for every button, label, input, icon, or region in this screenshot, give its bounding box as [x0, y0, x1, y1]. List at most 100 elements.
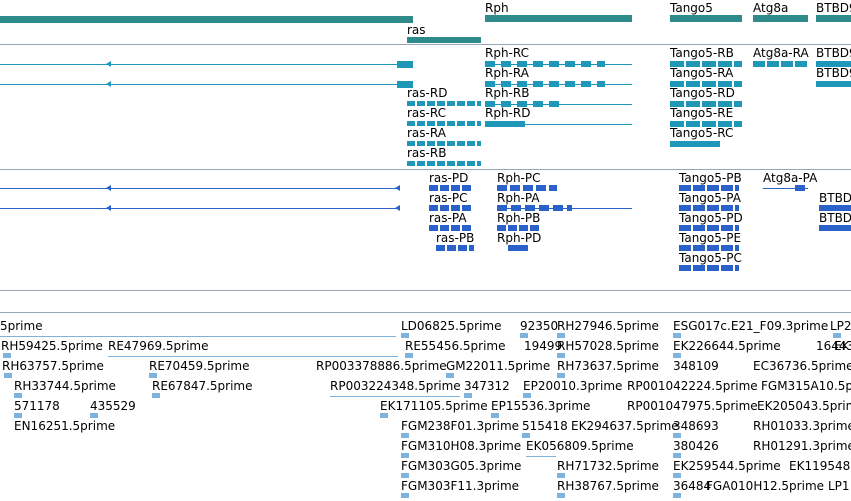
est-label[interactable]: EK056809.5prime	[526, 439, 634, 453]
est-feature[interactable]	[464, 393, 472, 398]
est-feature[interactable]	[401, 453, 409, 458]
protein-tango5-pc[interactable]	[679, 265, 739, 271]
est-label[interactable]: EP15536.3prime	[491, 399, 590, 413]
est-feature[interactable]	[557, 373, 565, 378]
gene-bar-atg8a[interactable]	[753, 15, 808, 22]
est-label[interactable]: EP20010.3prime	[523, 379, 622, 393]
est-feature[interactable]	[491, 413, 499, 418]
est-feature[interactable]	[149, 373, 157, 378]
est-label[interactable]: EK294637.5prime	[571, 419, 679, 433]
est-feature[interactable]	[380, 413, 388, 418]
est-label[interactable]: FGM315A10.5p	[761, 379, 851, 393]
est-feature[interactable]	[401, 493, 409, 498]
est-feature[interactable]	[557, 353, 565, 358]
est-label[interactable]: 92350	[520, 319, 558, 333]
est-label[interactable]: 5prime	[0, 319, 43, 333]
est-label[interactable]: EK119548	[789, 459, 850, 473]
est-feature[interactable]	[557, 333, 565, 338]
est-label[interactable]: EK205043.5prim	[757, 399, 851, 413]
est-label[interactable]: RP001047975.5prime	[627, 399, 758, 413]
est-feature[interactable]	[4, 373, 12, 378]
est-label[interactable]: 347312	[464, 379, 510, 393]
est-feature[interactable]	[673, 353, 681, 358]
est-label[interactable]: RP003224348.5prime	[330, 379, 461, 393]
est-label[interactable]: RE55456.5prime	[405, 339, 506, 353]
transcript-label-ras-ra: ras-RA	[407, 126, 446, 140]
est-label[interactable]: 380426	[673, 439, 719, 453]
transcript-tango5-rc[interactable]	[670, 141, 720, 147]
est-feature[interactable]	[14, 393, 22, 398]
protein-ras-pb[interactable]	[436, 245, 474, 251]
transcript-rph-rd[interactable]	[485, 121, 525, 127]
exon[interactable]	[397, 61, 413, 68]
est-label[interactable]: 571178	[14, 399, 60, 413]
est-label[interactable]: RH38767.5prime	[557, 479, 659, 493]
est-label[interactable]: RP001042224.5prime	[627, 379, 758, 393]
transcript-atg8a-ra[interactable]	[753, 61, 808, 67]
est-label[interactable]: GM22011.5prime	[446, 359, 550, 373]
protein-rph-pd[interactable]	[508, 245, 528, 251]
est-label[interactable]: RH59425.5prime	[1, 339, 103, 353]
est-feature[interactable]	[833, 333, 841, 338]
est-feature[interactable]	[522, 433, 530, 438]
est-label[interactable]: 435529	[90, 399, 136, 413]
est-feature[interactable]	[523, 393, 531, 398]
est-feature[interactable]	[405, 353, 413, 358]
est-feature[interactable]	[14, 413, 22, 418]
est-label[interactable]: EN16251.5prime	[14, 419, 115, 433]
est-label[interactable]: RH01033.3prime	[753, 419, 851, 433]
est-feature[interactable]	[557, 493, 565, 498]
est-feature[interactable]	[152, 393, 160, 398]
est-label[interactable]: RP003378886.5prime	[316, 359, 447, 373]
est-label[interactable]: EC36736.5prime	[753, 359, 851, 373]
protein-atg8a-pa[interactable]	[795, 185, 805, 191]
est-label[interactable]: RH27946.5prime	[557, 319, 659, 333]
est-label[interactable]: RH71732.5prime	[557, 459, 659, 473]
est-feature[interactable]	[557, 473, 565, 478]
est-feature[interactable]	[673, 433, 681, 438]
est-label[interactable]: FGM303F11.3prime	[401, 479, 519, 493]
protein-btbd9-2[interactable]	[819, 225, 851, 231]
est-label[interactable]: RE70459.5prime	[149, 359, 250, 373]
gene-bar-ras[interactable]	[407, 37, 481, 43]
est-label[interactable]: RH33744.5prime	[14, 379, 116, 393]
est-label[interactable]: RH63757.5prime	[2, 359, 104, 373]
est-feature[interactable]	[520, 333, 528, 338]
est-label[interactable]: 348109	[673, 359, 719, 373]
transcript-btbd9-2[interactable]	[816, 81, 851, 87]
est-feature[interactable]	[90, 413, 98, 418]
est-label[interactable]: FGM303G05.3prime	[401, 459, 521, 473]
est-label[interactable]: LP2	[830, 319, 851, 333]
est-label[interactable]: RE47969.5prime	[108, 339, 209, 353]
est-label[interactable]: LD06825.5prime	[401, 319, 502, 333]
est-feature[interactable]	[673, 333, 681, 338]
est-label[interactable]: RH73637.5prime	[557, 359, 659, 373]
est-label[interactable]: ESG017c.E21_F09.3prime	[673, 319, 828, 333]
est-label[interactable]: RE67847.5prime	[152, 379, 253, 393]
est-label[interactable]: EK	[834, 339, 849, 353]
est-label[interactable]: RH57028.5prime	[557, 339, 659, 353]
est-feature[interactable]	[446, 373, 454, 378]
est-feature[interactable]	[673, 493, 681, 498]
est-label[interactable]: EK171105.5prime	[380, 399, 488, 413]
est-feature[interactable]	[673, 473, 681, 478]
est-label[interactable]: FGA010H12.5prime	[706, 479, 824, 493]
est-feature[interactable]	[673, 453, 681, 458]
gene-bar-rph[interactable]	[485, 15, 632, 22]
est-label[interactable]: RH01291.3prime	[753, 439, 851, 453]
est-feature[interactable]	[401, 333, 409, 338]
est-label[interactable]: EK226644.5prime	[673, 339, 781, 353]
est-feature[interactable]	[401, 473, 409, 478]
est-label[interactable]: EK259544.5prime	[673, 459, 781, 473]
gene-bar-tango5[interactable]	[670, 15, 742, 22]
est-label[interactable]: FGM238F01.3prime	[401, 419, 519, 433]
est-feature[interactable]	[401, 433, 409, 438]
gene-bar[interactable]	[0, 16, 413, 23]
gene-bar-btbd9[interactable]	[816, 15, 851, 22]
est-label[interactable]: 515418	[522, 419, 568, 433]
est-label[interactable]: LP1	[828, 479, 850, 493]
est-feature[interactable]	[3, 353, 11, 358]
transcript-ras-rb[interactable]	[407, 161, 481, 166]
est-label[interactable]: 348693	[673, 419, 719, 433]
est-label[interactable]: FGM310H08.3prime	[401, 439, 521, 453]
